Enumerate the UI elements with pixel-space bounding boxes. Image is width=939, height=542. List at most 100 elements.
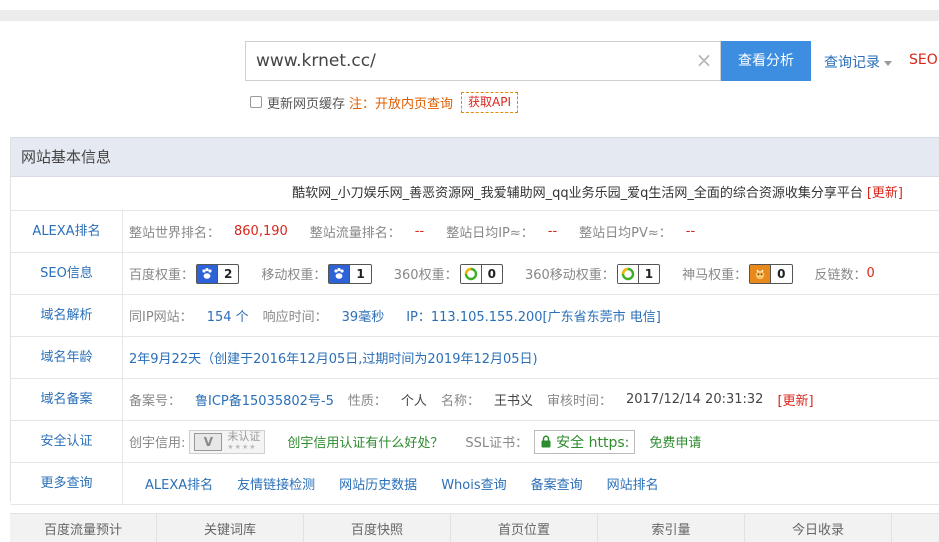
icp-type-label: 性质： — [347, 394, 387, 409]
more-link-friend-links[interactable]: 友情链接检测 — [237, 474, 315, 493]
query-history-dropdown[interactable]: 查询记录 — [824, 52, 892, 72]
ssl-label: SSL证书： — [465, 436, 529, 451]
credit-cert-badge[interactable]: V 未认证 ★★★★ — [189, 429, 266, 454]
dns-row: 域名解析 同IP网站： 154 个 响应时间： 39毫秒 IP：113.105.… — [11, 295, 939, 337]
panel-title: 网站基本信息 — [11, 137, 939, 177]
backlink-value[interactable]: 0 — [867, 266, 875, 281]
more-link-whois[interactable]: Whois查询 — [441, 474, 506, 493]
tab-today-indexed[interactable]: 今日收录 — [745, 514, 892, 542]
domain-age-value[interactable]: 2年9月22天（创建于2016年12月05日,过期时间为2019年12月05日) — [129, 348, 538, 367]
shenma-weight-label: 神马权重： — [682, 268, 748, 283]
icp-time-value: 2017/12/14 20:31:32 — [625, 392, 764, 407]
alexa-row: ALEXA排名 整站世界排名： 860,190 整站流量排名： -- 整站日均I… — [11, 211, 939, 253]
tab-index-count[interactable]: 索引量 — [598, 514, 745, 542]
alexa-key: ALEXA排名 — [11, 211, 123, 252]
seo-row: SEO信息 百度权重： 2 移动权重： 1 360权重： 0 360移动权重： … — [11, 253, 939, 295]
search-box: × — [245, 41, 721, 81]
cert-stars: ★★★★ — [227, 442, 257, 451]
360-ring-icon — [460, 264, 481, 283]
search-options: 更新网页缓存 注：开放内页查询 获取API — [250, 91, 519, 113]
https-badge[interactable]: 安全 https: — [534, 429, 636, 454]
icp-no-label: 备案号： — [129, 394, 182, 409]
world-rank-value[interactable]: 860,190 — [234, 224, 288, 239]
backlink-label: 反链数： — [814, 268, 867, 283]
more-query-key: 更多查询 — [11, 463, 123, 504]
icp-time-label: 审核时间： — [546, 394, 612, 409]
360-ring-icon — [617, 264, 638, 283]
site-title: 酷软网_小刀娱乐网_善恶资源网_我爱辅助网_qq业务乐园_爱q生活网_全面的综合… — [292, 186, 863, 201]
inner-page-note: 注：开放内页查询 — [349, 96, 454, 112]
icp-update-link[interactable]: [更新] — [777, 390, 813, 409]
more-link-site-rank[interactable]: 网站排名 — [607, 474, 659, 493]
more-link-history[interactable]: 网站历史数据 — [339, 474, 417, 493]
same-ip-label: 同IP网站： — [129, 310, 193, 325]
icp-name-value: 王书义 — [493, 394, 533, 409]
world-rank-label: 整站世界排名： — [129, 226, 221, 241]
icp-type-value: 个人 — [400, 394, 427, 409]
icp-no-value[interactable]: 鲁ICP备15035802号-5 — [195, 390, 334, 409]
mobile-360-label: 360移动权重： — [524, 268, 615, 283]
tab-keyword-library[interactable]: 关键词库 — [157, 514, 304, 542]
cert-status: 未认证 — [227, 429, 261, 443]
baidu-weight-value: 2 — [217, 264, 238, 283]
icp-row: 域名备案 备案号： 鲁ICP备15035802号-5 性质： 个人 名称： 王书… — [11, 379, 939, 421]
tab-baidu-snapshot[interactable]: 百度快照 — [304, 514, 451, 542]
icp-key: 域名备案 — [11, 379, 123, 420]
get-api-button[interactable]: 获取API — [461, 91, 519, 113]
daily-pv-label: 整站日均PV≈： — [579, 226, 672, 241]
baidu-paw-icon — [197, 264, 218, 283]
mobile-weight-badge[interactable]: 1 — [328, 263, 372, 284]
ip-address-value[interactable]: IP：113.105.155.200[广东省东莞市 电信] — [406, 306, 661, 325]
analyze-button[interactable]: 查看分析 — [721, 41, 811, 81]
response-time-label: 响应时间： — [262, 310, 328, 325]
daily-ip-label: 整站日均IP≈： — [446, 226, 534, 241]
more-link-icp[interactable]: 备案查询 — [531, 474, 583, 493]
baidu-weight-badge[interactable]: 2 — [196, 263, 240, 284]
update-title-link[interactable]: [更新] — [867, 186, 903, 201]
shenma-weight-value: 0 — [770, 264, 791, 283]
shenma-weight-badge[interactable]: 0 — [749, 263, 793, 284]
url-input[interactable] — [246, 42, 686, 80]
same-ip-value[interactable]: 154 个 — [207, 306, 249, 325]
security-key: 安全认证 — [11, 421, 123, 462]
site-title-row: 酷软网_小刀娱乐网_善恶资源网_我爱辅助网_qq业务乐园_爱q生活网_全面的综合… — [11, 177, 939, 211]
mobile-weight-label: 移动权重： — [261, 268, 327, 283]
update-cache-label[interactable]: 更新网页缓存 — [267, 93, 345, 112]
clear-icon[interactable]: × — [694, 50, 714, 70]
weight-360-badge[interactable]: 0 — [459, 263, 503, 284]
domain-age-row: 域名年龄 2年9月22天（创建于2016年12月05日,过期时间为2019年12… — [11, 337, 939, 379]
stats-tabs: 百度流量预计 关键词库 百度快照 首页位置 索引量 今日收录 — [10, 513, 939, 542]
domain-age-key: 域名年龄 — [11, 337, 123, 378]
weight-360-label: 360权重： — [393, 268, 458, 283]
top-bar — [0, 10, 939, 21]
seo-link[interactable]: SEO — [909, 52, 938, 68]
free-apply-link[interactable]: 免费申请 — [649, 432, 701, 451]
lock-icon — [541, 435, 551, 448]
query-history-label: 查询记录 — [824, 55, 880, 71]
more-query-row: 更多查询 ALEXA排名 友情链接检测 网站历史数据 Whois查询 备案查询 … — [11, 463, 939, 505]
baidu-paw-icon — [329, 264, 350, 283]
credit-benefit-link[interactable]: 创宇信用认证有什么好处？ — [287, 432, 443, 451]
mobile-360-badge[interactable]: 1 — [616, 263, 661, 284]
credit-label: 创宇信用: — [129, 436, 186, 451]
baidu-weight-label: 百度权重： — [129, 268, 195, 283]
chevron-down-icon — [884, 60, 892, 66]
icp-name-label: 名称： — [440, 394, 480, 409]
response-time-value: 39毫秒 — [341, 310, 385, 325]
update-cache-checkbox[interactable] — [250, 96, 262, 108]
v-shield-icon: V — [194, 432, 223, 451]
mobile-weight-value: 1 — [349, 264, 370, 283]
more-link-alexa[interactable]: ALEXA排名 — [145, 474, 213, 493]
https-label: 安全 https: — [556, 434, 630, 451]
tab-home-position[interactable]: 首页位置 — [451, 514, 598, 542]
shenma-horse-icon — [750, 264, 771, 283]
weight-360-value: 0 — [480, 264, 502, 283]
traffic-rank-label: 整站流量排名： — [309, 226, 401, 241]
daily-ip-value: -- — [547, 224, 558, 239]
tab-baidu-traffic[interactable]: 百度流量预计 — [10, 514, 157, 542]
dns-key: 域名解析 — [11, 295, 123, 336]
daily-pv-value: -- — [685, 224, 696, 239]
security-row: 安全认证 创宇信用: V 未认证 ★★★★ 创宇信用认证有什么好处？ SSL证书：… — [11, 421, 939, 463]
mobile-360-value: 1 — [637, 264, 659, 283]
traffic-rank-value: -- — [414, 224, 425, 239]
